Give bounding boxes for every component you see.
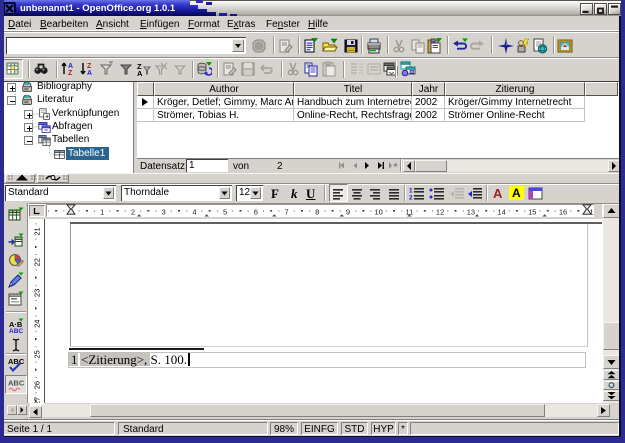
svg-text:23: 23 <box>33 289 42 297</box>
svg-text:13: 13 <box>467 208 475 217</box>
svg-text:5: 5 <box>223 208 227 217</box>
svg-text:2: 2 <box>131 208 135 217</box>
svg-text:4: 4 <box>192 208 196 217</box>
svg-text:2: 2 <box>409 195 413 202</box>
svg-text:Z: Z <box>87 63 92 70</box>
svg-text:12: 12 <box>436 208 444 217</box>
svg-text:26: 26 <box>33 381 42 389</box>
svg-text:A: A <box>137 69 143 77</box>
svg-text:24: 24 <box>33 320 42 328</box>
svg-text:8: 8 <box>315 208 319 217</box>
svg-text:A: A <box>87 70 92 77</box>
svg-text:21: 21 <box>33 227 42 235</box>
svg-text:14: 14 <box>497 208 505 217</box>
svg-text:Z: Z <box>68 70 73 77</box>
svg-text:9: 9 <box>346 208 350 217</box>
svg-text:10: 10 <box>375 208 383 217</box>
svg-text:ABC: ABC <box>8 357 24 366</box>
svg-text:A: A <box>68 63 73 70</box>
svg-text:1: 1 <box>100 208 104 217</box>
svg-text:7: 7 <box>284 208 288 217</box>
svg-text:25: 25 <box>33 350 42 358</box>
svg-text:ABC: ABC <box>9 328 23 334</box>
svg-text:6: 6 <box>254 208 258 217</box>
svg-text:16: 16 <box>559 208 567 217</box>
svg-text:1: 1 <box>409 188 413 195</box>
svg-text:22: 22 <box>33 258 42 266</box>
svg-text:3: 3 <box>162 208 166 217</box>
svg-text:15: 15 <box>528 208 536 217</box>
